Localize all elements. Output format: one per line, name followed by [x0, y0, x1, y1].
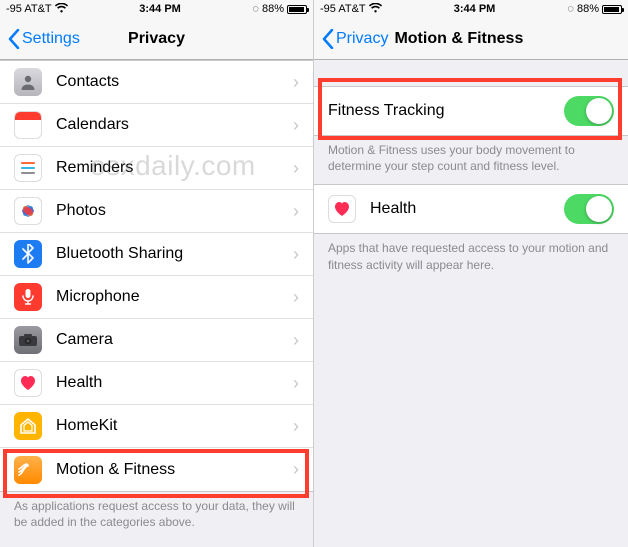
- row-label: Contacts: [56, 73, 293, 91]
- fitness-footer: Motion & Fitness uses your body movement…: [314, 136, 628, 184]
- row-photos[interactable]: Photos ›: [0, 190, 313, 233]
- contacts-icon: [14, 68, 42, 96]
- fitness-tracking-toggle[interactable]: [564, 96, 614, 126]
- chevron-right-icon: ›: [293, 373, 299, 394]
- row-contacts[interactable]: Contacts ›: [0, 61, 313, 104]
- wifi-icon: [369, 3, 382, 16]
- carrier-text: -95 AT&T: [320, 3, 366, 15]
- right-phone: -95 AT&T 3:44 PM ◌ 88% Privacy Motion & …: [314, 0, 628, 547]
- page-title: Privacy: [128, 30, 185, 48]
- reminders-icon: [14, 154, 42, 182]
- privacy-group: Contacts › Calendars › Reminders ›: [0, 60, 313, 492]
- row-reminders[interactable]: Reminders ›: [0, 147, 313, 190]
- chevron-right-icon: ›: [293, 244, 299, 265]
- row-label: HomeKit: [56, 417, 293, 435]
- left-phone: -95 AT&T 3:44 PM ◌ 88% Settings Privacy: [0, 0, 314, 547]
- chevron-right-icon: ›: [293, 459, 299, 480]
- chevron-right-icon: ›: [293, 72, 299, 93]
- nav-bar: Privacy Motion & Fitness: [314, 18, 628, 60]
- fitness-group: Fitness Tracking: [314, 86, 628, 136]
- row-label: Bluetooth Sharing: [56, 245, 293, 263]
- row-label: Camera: [56, 331, 293, 349]
- chevron-left-icon: [322, 29, 334, 49]
- row-health[interactable]: Health ›: [0, 362, 313, 405]
- microphone-icon: [14, 283, 42, 311]
- health-icon: [14, 369, 42, 397]
- status-bar: -95 AT&T 3:44 PM ◌ 88%: [314, 0, 628, 18]
- chevron-left-icon: [8, 29, 20, 49]
- chevron-right-icon: ›: [293, 158, 299, 179]
- camera-icon: [14, 326, 42, 354]
- carrier-text: -95 AT&T: [6, 3, 52, 15]
- chevron-right-icon: ›: [293, 330, 299, 351]
- chevron-right-icon: ›: [293, 115, 299, 136]
- battery-icon: [287, 5, 307, 14]
- row-label: Calendars: [56, 116, 293, 134]
- loading-icon: ◌: [252, 3, 259, 15]
- row-bluetooth[interactable]: Bluetooth Sharing ›: [0, 233, 313, 276]
- row-camera[interactable]: Camera ›: [0, 319, 313, 362]
- status-time: 3:44 PM: [454, 3, 496, 15]
- motion-fitness-icon: [14, 456, 42, 484]
- battery-pct: 88%: [262, 3, 284, 15]
- loading-icon: ◌: [567, 3, 574, 15]
- apps-footer: Apps that have requested access to your …: [314, 234, 628, 282]
- row-calendars[interactable]: Calendars ›: [0, 104, 313, 147]
- calendars-icon: [14, 111, 42, 139]
- row-label: Microphone: [56, 288, 293, 306]
- chevron-right-icon: ›: [293, 287, 299, 308]
- health-icon: [328, 195, 356, 223]
- row-label: Health: [370, 200, 564, 218]
- row-motion-fitness[interactable]: Motion & Fitness ›: [0, 448, 313, 491]
- back-label: Privacy: [336, 30, 388, 48]
- list-footer: As applications request access to your d…: [0, 492, 313, 540]
- battery-icon: [602, 5, 622, 14]
- row-health-app[interactable]: Health: [314, 185, 628, 233]
- row-label: Fitness Tracking: [328, 102, 564, 120]
- status-bar: -95 AT&T 3:44 PM ◌ 88%: [0, 0, 313, 18]
- back-button[interactable]: Settings: [8, 29, 80, 49]
- bluetooth-icon: [14, 240, 42, 268]
- status-time: 3:44 PM: [139, 3, 181, 15]
- row-label: Reminders: [56, 159, 293, 177]
- wifi-icon: [55, 3, 68, 16]
- chevron-right-icon: ›: [293, 201, 299, 222]
- privacy-list: Contacts › Calendars › Reminders ›: [0, 60, 313, 547]
- row-label: Photos: [56, 202, 293, 220]
- motion-fitness-list: Fitness Tracking Motion & Fitness uses y…: [314, 60, 628, 547]
- apps-group: Health: [314, 184, 628, 234]
- row-homekit[interactable]: HomeKit ›: [0, 405, 313, 448]
- nav-bar: Settings Privacy: [0, 18, 313, 60]
- row-label: Health: [56, 374, 293, 392]
- battery-pct: 88%: [577, 3, 599, 15]
- back-button[interactable]: Privacy: [322, 29, 388, 49]
- row-microphone[interactable]: Microphone ›: [0, 276, 313, 319]
- row-label: Motion & Fitness: [56, 461, 293, 479]
- homekit-icon: [14, 412, 42, 440]
- row-fitness-tracking[interactable]: Fitness Tracking: [314, 87, 628, 135]
- photos-icon: [14, 197, 42, 225]
- health-toggle[interactable]: [564, 194, 614, 224]
- chevron-right-icon: ›: [293, 416, 299, 437]
- page-title: Motion & Fitness: [394, 30, 523, 48]
- back-label: Settings: [22, 30, 80, 48]
